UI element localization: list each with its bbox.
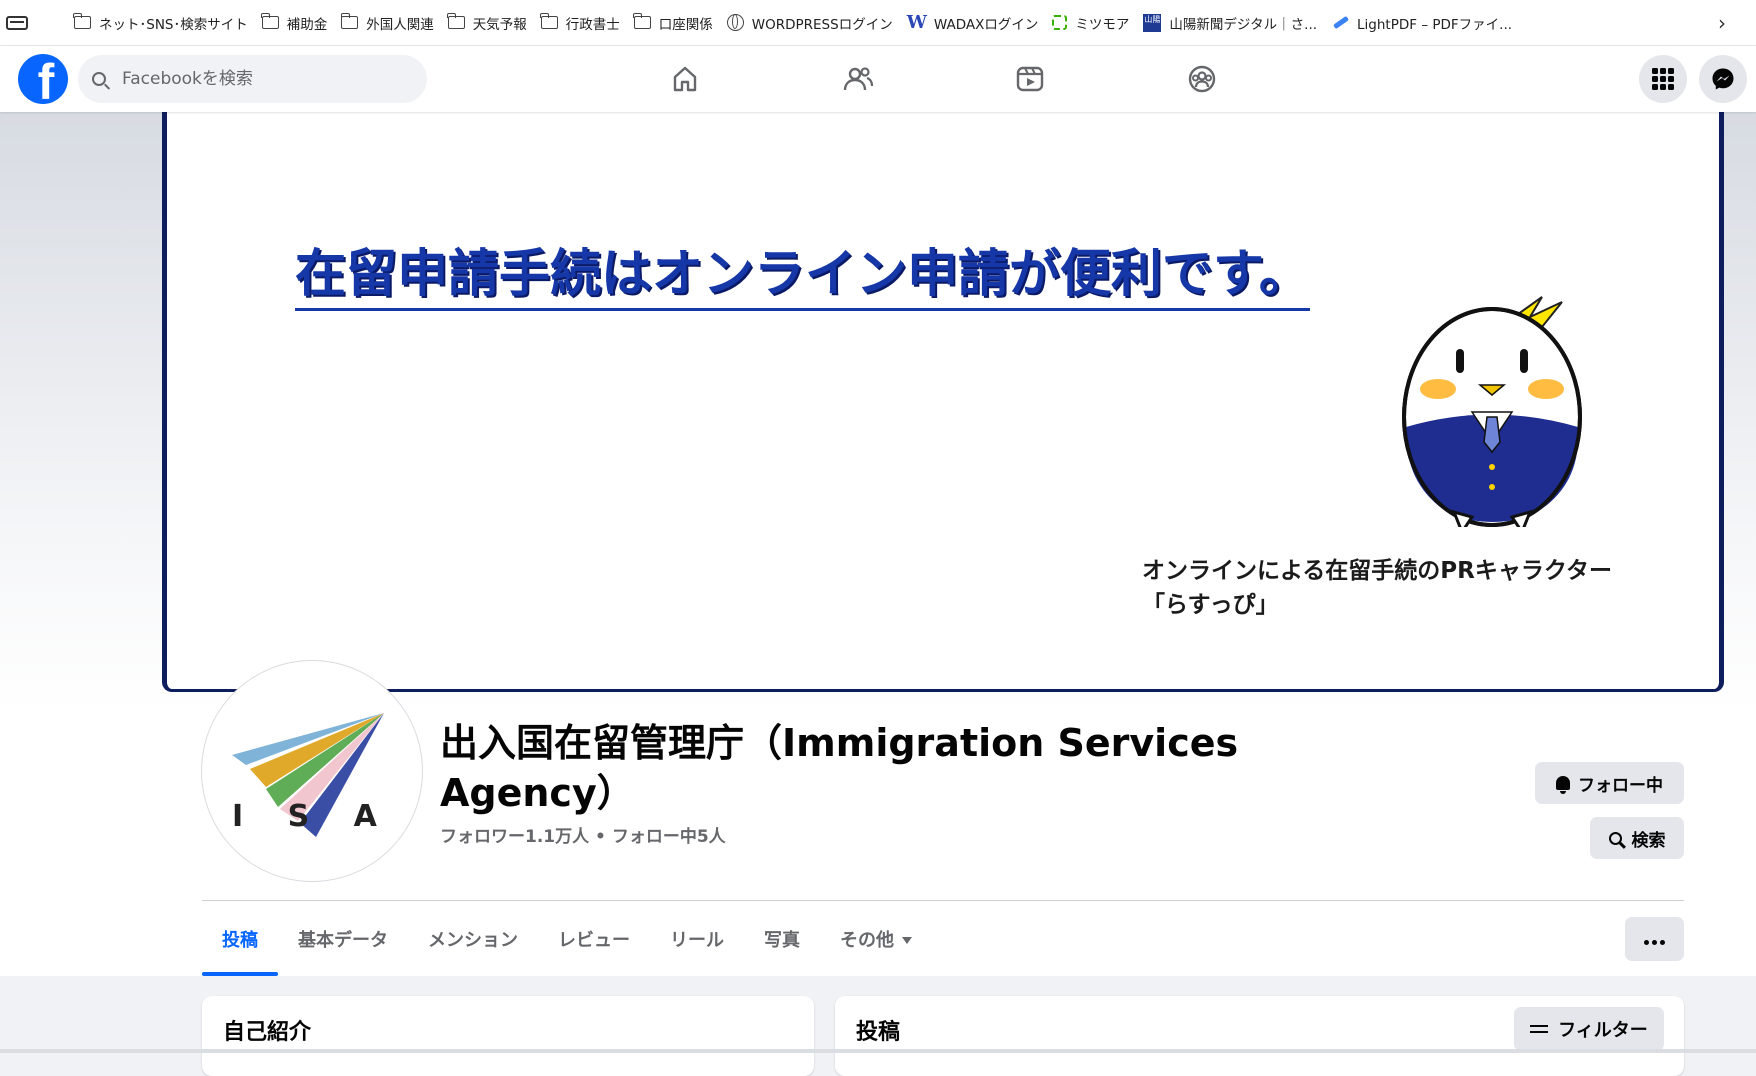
video-icon <box>1016 66 1044 92</box>
search-icon <box>92 72 106 86</box>
bookmark-net-sns[interactable]: ネット･SNS･検索サイト <box>73 8 248 38</box>
mitsumoa-icon <box>1052 15 1068 30</box>
friends-icon <box>843 67 874 91</box>
facebook-logo-icon[interactable]: f <box>18 54 68 104</box>
search-input[interactable] <box>120 68 414 90</box>
bookmark-foreigners[interactable]: 外国人関連 <box>340 8 434 38</box>
filter-label: フィルター <box>1558 1020 1648 1041</box>
lightpdf-icon <box>1331 16 1349 30</box>
tab-label: 写真 <box>764 930 800 951</box>
more-dots-icon <box>1643 930 1667 949</box>
bookmark-label: 天気予報 <box>472 16 527 33</box>
folder-icon <box>633 13 651 29</box>
bookmark-wadax[interactable]: W WADAXログイン <box>907 8 1039 38</box>
window-bottom-edge <box>0 1049 1756 1053</box>
messenger-button[interactable] <box>1699 55 1747 103</box>
nav-home[interactable] <box>661 56 709 102</box>
wadax-logo-icon: W <box>906 12 927 33</box>
posts-card: 投稿 フィルター <box>835 996 1684 1076</box>
caret-down-icon <box>902 936 912 944</box>
tab-label: レビュー <box>558 930 630 951</box>
groups-icon <box>1188 65 1216 93</box>
mascot-character-image <box>1402 296 1582 527</box>
filter-button[interactable]: フィルター <box>1514 1007 1664 1051</box>
bookmark-label: ネット･SNS･検索サイト <box>99 16 248 33</box>
page-search-button[interactable]: 検索 <box>1590 817 1684 859</box>
tab-label: その他 <box>840 930 894 951</box>
bookmark-lightpdf[interactable]: LightPDF – PDFファイ... <box>1331 8 1512 38</box>
intro-card: 自己紹介 <box>202 996 814 1076</box>
profile-avatar[interactable]: I S A <box>206 665 418 877</box>
tab-reviews[interactable]: レビュー <box>538 906 650 972</box>
cover-photo[interactable]: 在留申請手続はオンライン申請が便利です。 オンラインによる在留手続のPRキャラク… <box>162 112 1724 692</box>
tab-label: メンション <box>428 930 518 951</box>
page-title: 出入国在留管理庁（Immigration Services Agency） <box>440 721 1239 815</box>
home-icon <box>673 66 697 92</box>
tab-label: 基本データ <box>298 930 388 951</box>
profile-tabs: 投稿 基本データ メンション レビュー リール 写真 その他 <box>202 904 932 976</box>
bookmark-subsidy[interactable]: 補助金 <box>261 8 328 38</box>
tab-label: 投稿 <box>222 930 258 951</box>
bookmark-mitsumoa[interactable]: ミツモア <box>1052 8 1129 38</box>
cover-caption: オンラインによる在留手続のPRキャラクター 「らすっぴ」 <box>1142 554 1612 622</box>
nav-groups[interactable] <box>1178 56 1226 102</box>
intro-card-title: 自己紹介 <box>223 1020 312 1045</box>
profile-divider <box>202 900 1684 901</box>
bookmarks-more-chevron-icon[interactable]: › <box>1718 11 1726 35</box>
bookmark-wordpress[interactable]: WORDPRESSログイン <box>726 8 893 38</box>
messenger-icon <box>1712 68 1734 90</box>
bookmark-accounts[interactable]: 口座関係 <box>633 8 713 38</box>
bookmark-gyoseishoshi[interactable]: 行政書士 <box>540 8 620 38</box>
bookmark-label: WADAXログイン <box>933 16 1039 33</box>
facebook-search-box[interactable] <box>78 55 427 103</box>
bookmark-label: 行政書士 <box>565 16 620 33</box>
tab-mentions[interactable]: メンション <box>408 906 538 972</box>
cover-caption-line2: 「らすっぴ」 <box>1142 592 1279 618</box>
filter-sliders-icon <box>1530 1023 1549 1035</box>
bookmark-label: 口座関係 <box>658 16 713 33</box>
posts-card-title: 投稿 <box>856 1020 901 1045</box>
isa-logo-icon <box>232 713 384 837</box>
bookmark-weather[interactable]: 天気予報 <box>447 8 527 38</box>
bookmark-label: 補助金 <box>286 16 328 33</box>
facebook-logo-letter: f <box>37 54 55 104</box>
tab-about[interactable]: 基本データ <box>278 906 408 972</box>
folder-icon <box>340 13 359 29</box>
bookmark-label: WORDPRESSログイン <box>751 16 893 33</box>
following-label: フォロー中 <box>1578 775 1663 796</box>
folder-icon <box>261 13 279 29</box>
menu-button[interactable] <box>1639 55 1687 103</box>
facebook-header: f <box>0 46 1756 112</box>
more-options-button[interactable] <box>1625 917 1684 961</box>
bookmark-label: 山陽新聞デジタル｜さ... <box>1169 16 1318 33</box>
following-button[interactable]: フォロー中 <box>1535 762 1684 804</box>
tab-posts[interactable]: 投稿 <box>202 906 278 976</box>
bookmarks-bar: ネット･SNS･検索サイト 補助金 外国人関連 天気予報 行政書士 口座関係 W… <box>0 0 1756 46</box>
bookmark-sanyo[interactable]: 山陽 山陽新聞デジタル｜さ... <box>1143 8 1317 38</box>
page-follower-stats[interactable]: フォロワー1.1万人 • フォロー中5人 <box>440 822 726 847</box>
search-icon <box>1608 831 1622 845</box>
nav-video[interactable] <box>1006 56 1054 102</box>
menu-grid-icon <box>1652 68 1674 90</box>
cover-caption-line1: オンラインによる在留手続のPRキャラクター <box>1142 558 1612 584</box>
tab-more[interactable]: その他 <box>820 906 932 972</box>
bookmark-label: ミツモア <box>1075 16 1130 33</box>
avatar-text: I S A <box>232 799 394 834</box>
page-search-label: 検索 <box>1631 830 1666 851</box>
tab-label: リール <box>670 930 724 951</box>
folder-icon <box>447 13 465 29</box>
bell-icon <box>1556 776 1570 794</box>
bookmark-label: LightPDF – PDFファイ... <box>1357 16 1513 33</box>
tab-photos[interactable]: 写真 <box>744 906 820 972</box>
nav-friends[interactable] <box>834 56 882 102</box>
cover-headline: 在留申請手続はオンライン申請が便利です。 <box>295 242 1310 311</box>
folder-icon <box>540 13 558 29</box>
tab-list-icon[interactable] <box>6 15 28 30</box>
globe-icon <box>726 14 744 31</box>
bookmark-label: 外国人関連 <box>366 16 434 33</box>
folder-icon <box>73 13 91 29</box>
tab-reels[interactable]: リール <box>650 906 744 972</box>
sanyo-shimbun-icon: 山陽 <box>1143 13 1162 32</box>
